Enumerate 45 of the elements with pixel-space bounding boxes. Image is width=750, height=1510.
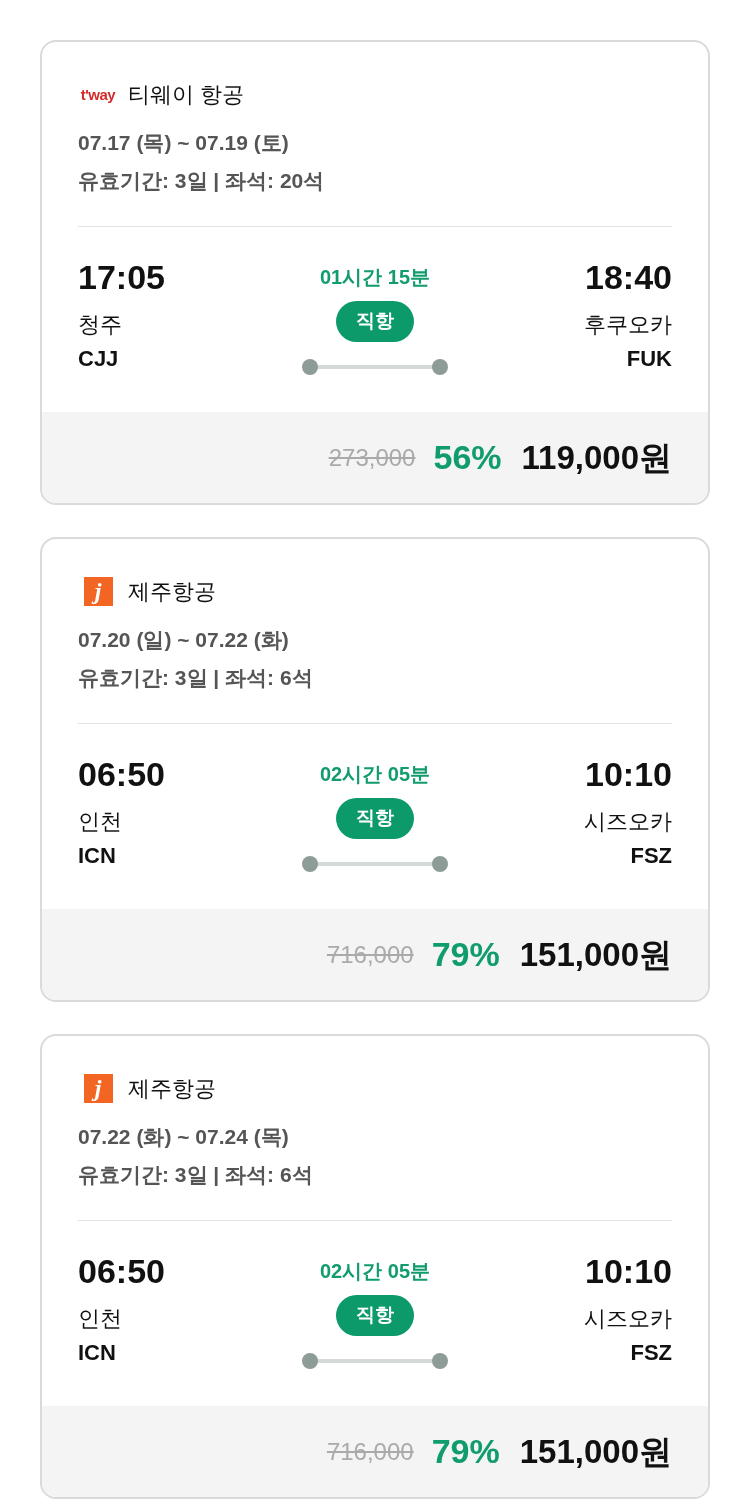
departure-time: 06:50 <box>78 757 165 791</box>
flight-duration: 01시간 15분 <box>319 265 431 290</box>
departure-code: ICN <box>78 1338 116 1367</box>
final-price: 151,000원 <box>519 1431 672 1472</box>
original-price: 716,000 <box>326 939 414 970</box>
arrival-time: 10:10 <box>585 757 672 791</box>
travel-dates: 07.17 (목) ~ 07.19 (토) <box>78 130 289 157</box>
nonstop-badge: 직항 <box>336 301 414 342</box>
airline-logo: j <box>83 576 113 606</box>
travel-dates: 07.22 (화) ~ 07.24 (목) <box>78 1124 289 1151</box>
arrival-time: 18:40 <box>585 260 672 294</box>
original-price: 716,000 <box>326 1436 414 1467</box>
final-price: 151,000원 <box>519 934 672 975</box>
discount-rate: 56% <box>433 437 502 478</box>
departure-time: 17:05 <box>78 260 165 294</box>
airline-name: 제주항공 <box>128 1074 216 1103</box>
discount-rate: 79% <box>431 934 500 975</box>
departure-code: ICN <box>78 841 116 870</box>
airline-name: 제주항공 <box>128 577 216 606</box>
departure-city: 인천 <box>78 807 122 836</box>
departure-code: CJJ <box>78 344 119 373</box>
airline-logo: j <box>83 1073 113 1103</box>
arrival-code: FUK <box>626 344 672 373</box>
original-price: 273,000 <box>328 442 416 473</box>
arrival-city: 시즈오카 <box>584 807 672 836</box>
arrival-code: FSZ <box>630 841 672 870</box>
departure-city: 인천 <box>78 1304 122 1333</box>
arrival-city: 후쿠오카 <box>584 310 672 339</box>
validity-seats: 유효기간: 3일 | 좌석: 6석 <box>78 1159 313 1191</box>
airline-logo: t'way <box>80 86 116 102</box>
arrival-time: 10:10 <box>585 1254 672 1288</box>
travel-dates: 07.20 (일) ~ 07.22 (화) <box>78 627 289 654</box>
arrival-city: 시즈오카 <box>584 1304 672 1333</box>
nonstop-badge: 직항 <box>336 1295 414 1336</box>
final-price: 119,000원 <box>521 437 672 478</box>
flight-duration: 02시간 05분 <box>319 762 431 787</box>
departure-time: 06:50 <box>78 1254 165 1288</box>
nonstop-badge: 직항 <box>336 798 414 839</box>
departure-city: 청주 <box>78 310 122 339</box>
validity-seats: 유효기간: 3일 | 좌석: 20석 <box>78 165 325 197</box>
airline-name: 티웨이 항공 <box>128 80 245 109</box>
arrival-code: FSZ <box>630 1338 672 1367</box>
discount-rate: 79% <box>431 1431 500 1472</box>
flight-duration: 02시간 05분 <box>319 1259 431 1284</box>
validity-seats: 유효기간: 3일 | 좌석: 6석 <box>78 662 313 694</box>
